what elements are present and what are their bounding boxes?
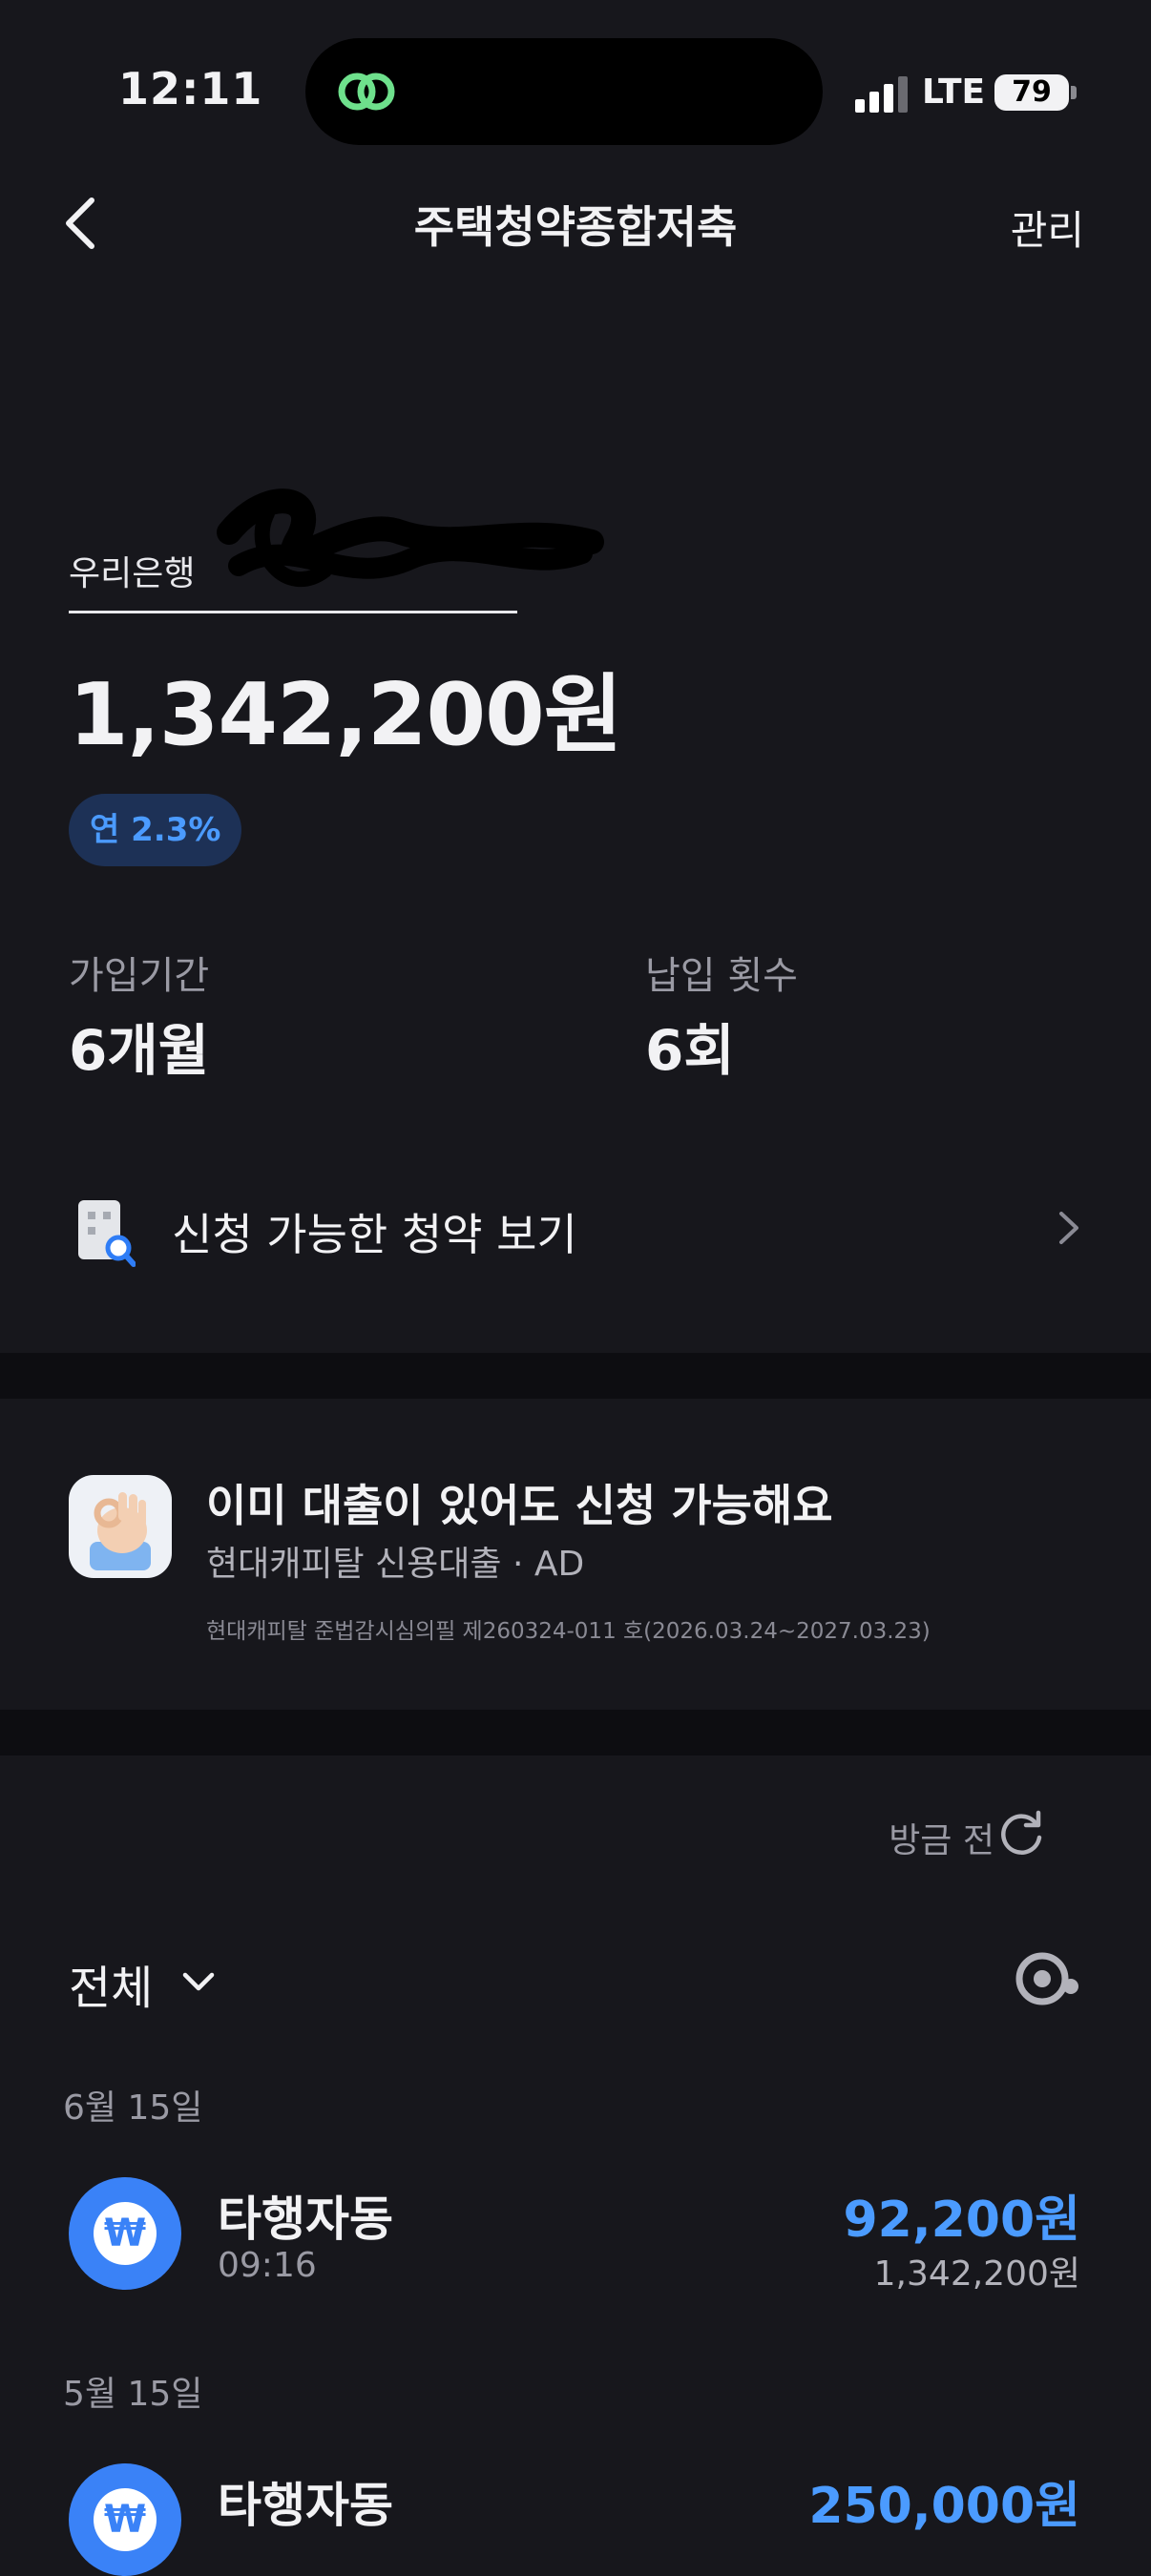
transaction-date-header: 6월 15일 [63, 2088, 203, 2128]
ok-hand-icon[interactable] [69, 1475, 172, 1578]
transaction-title[interactable]: 타행자동 [218, 2181, 393, 2250]
battery-nub [1071, 86, 1077, 99]
view-available-subscriptions-row[interactable]: 신청 가능한 청약 보기 [0, 1175, 1151, 1280]
search-icon[interactable] [1012, 1948, 1080, 2017]
page-title: 주택청약종합저축 [413, 201, 738, 253]
link-rings-icon [338, 73, 395, 111]
dynamic-island [305, 38, 823, 145]
chevron-right-icon [1059, 1212, 1078, 1244]
transaction-time: 09:16 [218, 2246, 317, 2285]
transaction-title[interactable]: 타행자동 [218, 2467, 393, 2536]
last-updated-label: 방금 전 [889, 1821, 994, 1860]
section-divider [0, 1353, 1151, 1399]
network-label: LTE [922, 73, 986, 112]
building-search-icon [78, 1200, 136, 1267]
transaction-balance: 1,342,200원 [873, 2254, 1080, 2294]
period-label: 가입기간 [69, 954, 210, 998]
section-divider [0, 1710, 1151, 1755]
manage-button[interactable]: 관리 [1011, 198, 1084, 257]
signal-icon [855, 73, 912, 113]
payment-count-value: 6회 [645, 1018, 735, 1083]
payment-count-label: 납입 횟수 [645, 954, 798, 998]
redaction-scribble [217, 488, 604, 588]
refresh-icon[interactable] [996, 1809, 1046, 1859]
chevron-down-icon[interactable] [179, 1963, 218, 2002]
ad-compliance-notice: 현대캐피탈 준법감시심의필 제260324-011 호(2026.03.24~2… [206, 1619, 931, 1644]
transaction-amount: 92,200원 [843, 2192, 1080, 2249]
ad-subtitle: 현대캐피탈 신용대출 · AD [206, 1545, 585, 1584]
won-icon: ₩ [69, 2177, 181, 2290]
view-available-subscriptions-label: 신청 가능한 청약 보기 [172, 1209, 577, 1260]
period-value: 6개월 [69, 1018, 210, 1083]
ad-title[interactable]: 이미 대출이 있어도 신청 가능해요 [206, 1471, 833, 1534]
interest-rate-badge: 연 2.3% [69, 794, 242, 866]
account-balance: 1,342,200원 [69, 665, 623, 765]
transaction-filter[interactable]: 전체 [69, 1950, 153, 2017]
status-time: 12:11 [118, 63, 263, 114]
transaction-date-header: 5월 15일 [63, 2375, 203, 2414]
won-icon: ₩ [69, 2463, 181, 2576]
battery-icon: 79 [994, 74, 1069, 111]
